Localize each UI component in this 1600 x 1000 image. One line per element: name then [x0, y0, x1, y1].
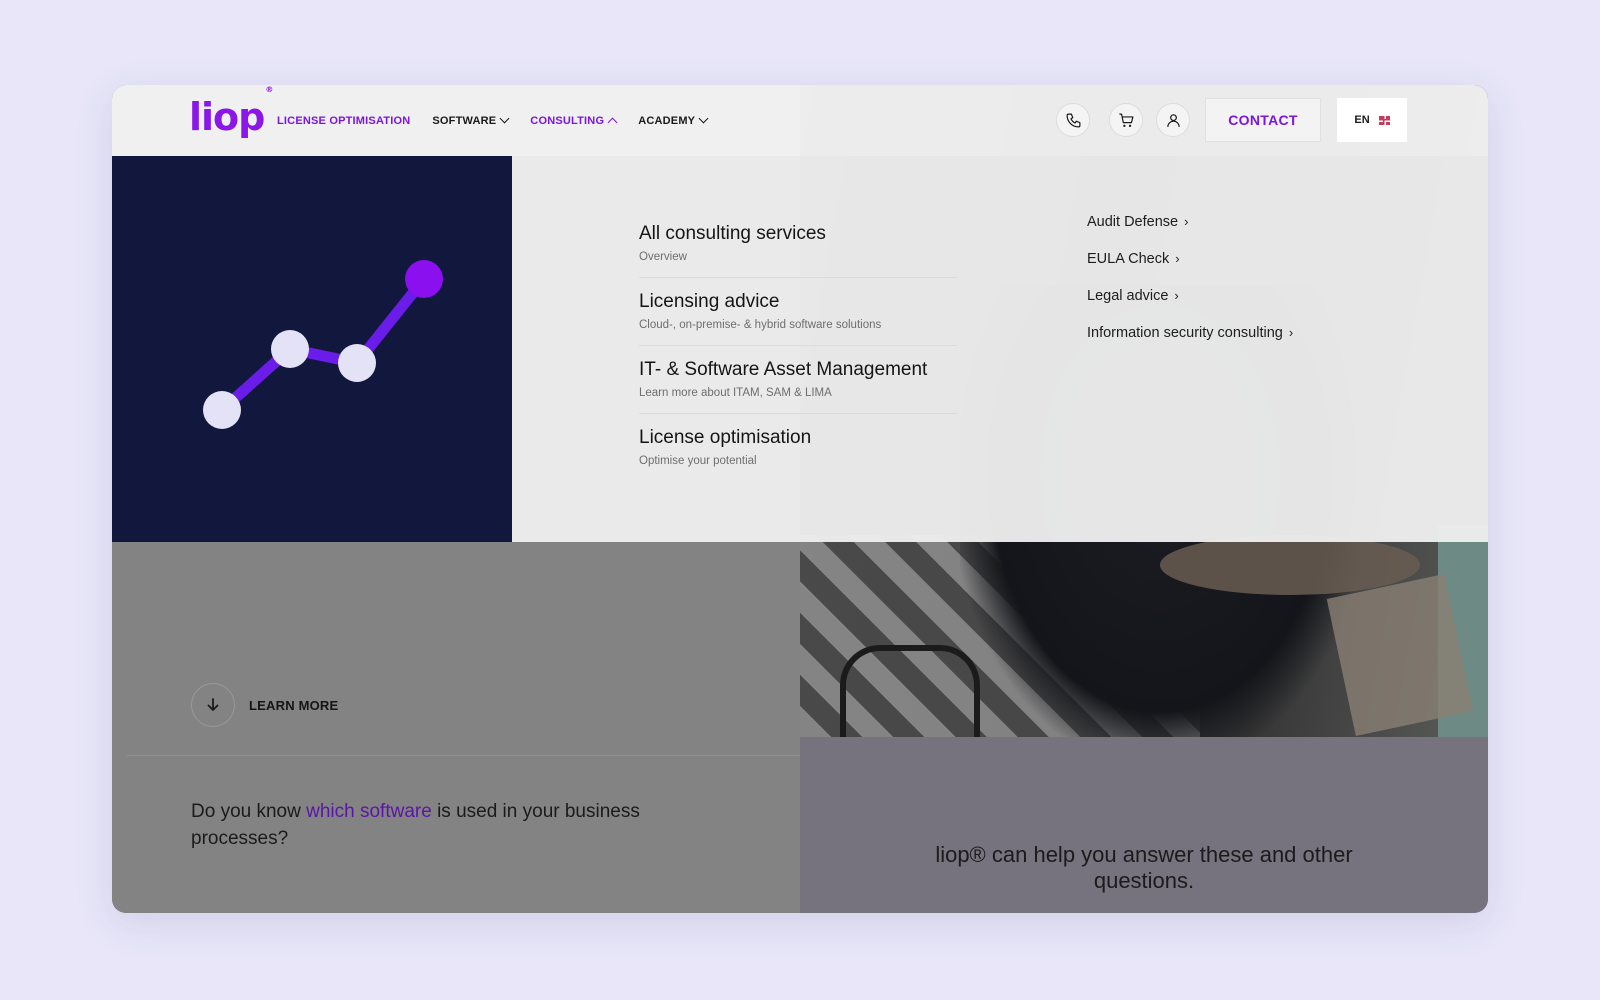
phone-icon [1066, 113, 1080, 127]
growth-point [405, 260, 443, 298]
chevron-right-icon: › [1174, 288, 1179, 303]
growth-point [338, 344, 376, 382]
consulting-menu-list: All consulting services Overview Licensi… [639, 222, 957, 494]
photo-table [1160, 535, 1420, 595]
logo-text: liop [189, 95, 265, 139]
menu-item-title[interactable]: License optimisation [639, 426, 957, 450]
menu-item-licensing-advice[interactable]: Licensing advice Cloud-, on-premise- & h… [639, 290, 957, 346]
menu-item-subtitle: Overview [639, 251, 687, 263]
question-highlight: which software [306, 801, 432, 822]
chevron-down-icon [499, 113, 510, 124]
chevron-right-icon: › [1175, 251, 1180, 266]
side-link-eula-check[interactable]: EULA Check › [1087, 251, 1293, 288]
nav-label: LICENSE OPTIMISATION [277, 114, 411, 127]
growth-point [203, 391, 241, 429]
menu-item-all-consulting[interactable]: All consulting services Overview [639, 222, 957, 278]
menu-item-title[interactable]: All consulting services [639, 222, 957, 246]
nav-label: CONSULTING [530, 114, 605, 127]
cart-button[interactable] [1109, 103, 1143, 137]
growth-line-icon [203, 260, 443, 429]
menu-illustration [112, 156, 512, 542]
consulting-side-links: Audit Defense › EULA Check › Legal advic… [1087, 214, 1293, 362]
side-link-label: Legal advice [1087, 288, 1169, 304]
help-text: liop® can help you answer these and othe… [935, 842, 1353, 893]
divider [126, 755, 800, 756]
nav-label: SOFTWARE [432, 114, 497, 127]
chevron-right-icon: › [1184, 214, 1189, 229]
consulting-mega-menu: All consulting services Overview Licensi… [112, 156, 1488, 542]
site-header: liop® LICENSE OPTIMISATION SOFTWARE CONS… [112, 85, 1488, 156]
user-icon [1166, 113, 1180, 127]
question-text: Do you know which software is used in yo… [191, 798, 661, 852]
photo-chair [840, 645, 980, 737]
nav-consulting[interactable]: CONSULTING [530, 114, 618, 127]
menu-item-title[interactable]: IT- & Software Asset Management [639, 358, 957, 382]
learn-more-link[interactable]: LEARN MORE [191, 683, 338, 727]
learn-more-label[interactable]: LEARN MORE [249, 698, 338, 713]
nav-label: ACADEMY [638, 114, 696, 127]
nav-license-optimisation[interactable]: LICENSE OPTIMISATION [277, 115, 410, 127]
menu-panel: All consulting services Overview Licensi… [512, 156, 1488, 542]
menu-item-subtitle: Optimise your potential [639, 455, 757, 467]
language-label: EN [1354, 114, 1370, 126]
chevron-up-icon [607, 117, 618, 127]
chevron-down-icon [698, 113, 709, 124]
question-text-start: Do you know [191, 801, 307, 822]
side-link-legal-advice[interactable]: Legal advice › [1087, 288, 1293, 325]
arrow-down-icon[interactable] [191, 683, 235, 727]
side-link-infosec-consulting[interactable]: Information security consulting › [1087, 325, 1293, 362]
browser-window: LEARN MORE Do you know which software is… [112, 85, 1488, 913]
phone-button[interactable] [1056, 103, 1090, 137]
menu-item-license-optimisation[interactable]: License optimisation Optimise your poten… [639, 426, 957, 482]
menu-item-subtitle: Cloud-, on-premise- & hybrid software so… [639, 319, 882, 331]
menu-item-subtitle: Learn more about ITAM, SAM & LIMA [639, 387, 832, 399]
side-link-label: Information security consulting [1087, 325, 1283, 341]
menu-item-title[interactable]: Licensing advice [639, 290, 957, 314]
side-link-label: EULA Check [1087, 251, 1170, 267]
nav-software[interactable]: SOFTWARE [432, 113, 510, 127]
side-link-audit-defense[interactable]: Audit Defense › [1087, 214, 1293, 251]
main-nav: LICENSE OPTIMISATION SOFTWARE CONSULTING… [277, 85, 709, 156]
liop-logo[interactable]: liop® [189, 85, 273, 139]
logo-registered-mark: ® [265, 85, 273, 95]
growth-point [271, 330, 309, 368]
nav-academy[interactable]: ACADEMY [638, 113, 709, 127]
menu-item-itam-sam[interactable]: IT- & Software Asset Management Learn mo… [639, 358, 957, 414]
chevron-right-icon: › [1288, 325, 1294, 340]
side-link-label: Audit Defense [1087, 214, 1179, 230]
account-button[interactable] [1156, 103, 1190, 137]
contact-button[interactable]: CONTACT [1205, 98, 1321, 142]
uk-flag-icon [1378, 115, 1390, 125]
language-selector[interactable]: EN [1337, 98, 1407, 142]
cart-icon [1118, 113, 1133, 127]
